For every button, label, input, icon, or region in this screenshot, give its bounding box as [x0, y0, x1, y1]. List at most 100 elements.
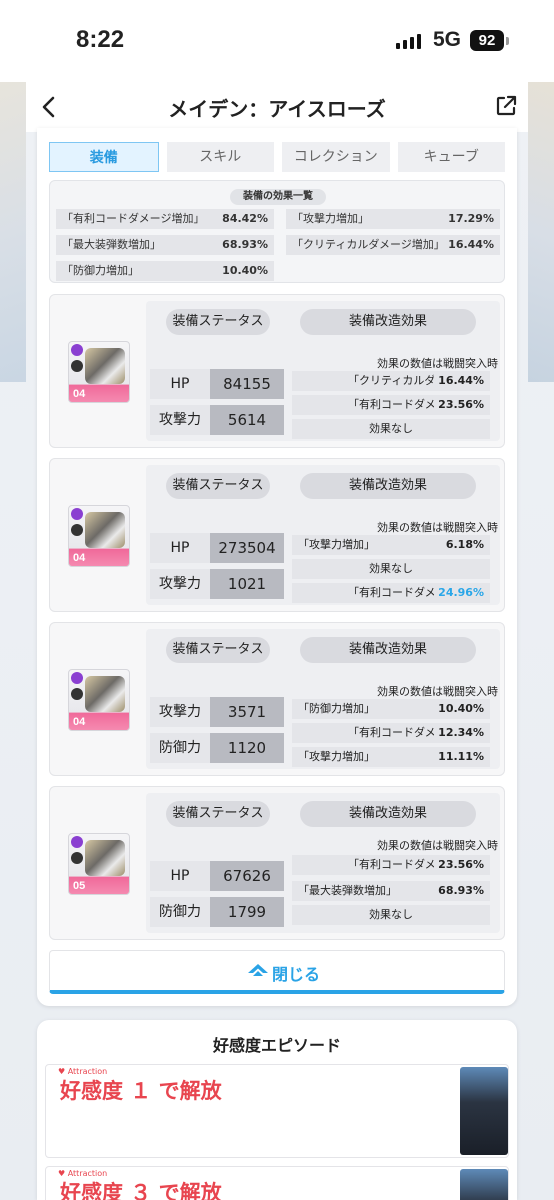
equipment-icon[interactable]: 05	[68, 833, 130, 895]
effect-value: 16.44%	[448, 238, 494, 251]
rarity-gem-icon	[71, 672, 83, 684]
close-button[interactable]: 閉じる	[49, 950, 505, 994]
mod-value: 24.96%	[434, 583, 484, 603]
effect-name: 「最大装弾数増加」	[62, 238, 161, 251]
mod-row: 「攻撃力増加」 6.18%	[292, 535, 490, 555]
equipment-level: 04	[73, 552, 86, 564]
mod-value: 11.11%	[434, 747, 484, 767]
tab-bar: 装備 スキル コレクション キューブ	[49, 142, 505, 172]
mod-row: 「攻撃力増加」 11.11%	[292, 747, 490, 767]
episode-thumbnail	[460, 1169, 508, 1200]
slot-icon	[71, 524, 83, 536]
effect-value: 10.40%	[222, 264, 268, 277]
stat-label: 攻撃力	[150, 569, 210, 599]
mod-row: 「有利コードダメ 23.56%	[292, 395, 490, 415]
mod-value: 12.34%	[434, 723, 484, 743]
rarity-gem-icon	[71, 508, 83, 520]
mod-note: 効果の数値は戦闘突入時	[377, 521, 498, 534]
mod-note: 効果の数値は戦闘突入時	[377, 685, 498, 698]
summary-effect: 「防御力増加」 10.40%	[56, 261, 274, 281]
mod-text: 「有利コードダメ	[348, 858, 436, 871]
status-header: 装備ステータス	[166, 637, 270, 663]
equipment-card: 04 装備ステータス 装備改造効果 効果の数値は戦闘突入時 HP 273504 …	[49, 458, 505, 612]
equipment-level: 05	[73, 880, 86, 892]
tab-cube[interactable]: キューブ	[397, 142, 505, 172]
mod-text: 効果なし	[369, 422, 413, 435]
episode-thumbnail	[460, 1067, 508, 1155]
effect-name: 「攻撃力増加」	[292, 212, 369, 225]
equipment-card: 04 装備ステータス 装備改造効果 効果の数値は戦闘突入時 攻撃力 3571 防…	[49, 622, 505, 776]
mod-row: 「クリティカルダ 16.44%	[292, 371, 490, 391]
stat-label: 防御力	[150, 733, 210, 763]
share-button[interactable]	[494, 94, 518, 118]
mod-row: 「有利コードダメ 23.56%	[292, 855, 490, 875]
status-header: 装備ステータス	[166, 473, 270, 499]
mod-text: 効果なし	[369, 562, 413, 575]
mod-row: 効果なし	[292, 905, 490, 925]
slot-icon	[71, 852, 83, 864]
equipment-icon[interactable]: 04	[68, 669, 130, 731]
stat-value: 3571	[210, 697, 284, 727]
tab-equipment[interactable]: 装備	[49, 142, 159, 172]
mod-row: 「最大装弾数増加」 68.93%	[292, 881, 490, 901]
stat-label: 攻撃力	[150, 405, 210, 435]
mod-note: 効果の数値は戦闘突入時	[377, 839, 498, 852]
mod-value: 68.93%	[434, 881, 484, 901]
equipment-details: 装備ステータス 装備改造効果 効果の数値は戦闘突入時 HP 273504 攻撃力…	[146, 465, 500, 605]
effect-value: 17.29%	[448, 212, 494, 225]
effects-summary: 装備の効果一覧 「有利コードダメージ増加」 84.42% 「攻撃力増加」 17.29…	[49, 180, 505, 283]
background-art-right	[528, 82, 554, 382]
status-header: 装備ステータス	[166, 801, 270, 827]
equipment-icon[interactable]: 04	[68, 505, 130, 567]
page-title: メイデン：アイスローズ	[168, 97, 386, 121]
effect-name: 「防御力増加」	[62, 264, 139, 277]
mod-row: 効果なし	[292, 419, 490, 439]
background-art-left	[0, 82, 26, 382]
mod-text: 「有利コードダメ	[348, 398, 436, 411]
status-time: 8:22	[76, 26, 125, 53]
equipment-icon[interactable]: 04	[68, 341, 130, 403]
effect-name: 「クリティカルダメージ増加」	[292, 238, 445, 251]
stat-label: HP	[150, 533, 210, 563]
stat-value: 84155	[210, 369, 284, 399]
episode-card[interactable]: ♥ Attraction 好感度 ３ で解放	[45, 1166, 509, 1200]
equipment-details: 装備ステータス 装備改造効果 効果の数値は戦闘突入時 攻撃力 3571 防御力 …	[146, 629, 500, 769]
equipment-art	[85, 840, 125, 876]
effect-value: 84.42%	[222, 212, 268, 225]
mod-header: 装備改造効果	[300, 801, 476, 827]
episode-label: 好感度 ３ で解放	[60, 1181, 222, 1200]
equipment-art	[85, 512, 125, 548]
mod-value: 6.18%	[441, 535, 484, 555]
status-bar: 8:22 5G 92	[0, 0, 554, 82]
rarity-gem-icon	[71, 344, 83, 356]
mod-note: 効果の数値は戦闘突入時	[377, 357, 498, 370]
effect-value: 68.93%	[222, 238, 268, 251]
episode-card[interactable]: ♥ Attraction 好感度 １ で解放	[45, 1064, 509, 1158]
stat-label: HP	[150, 369, 210, 399]
mod-value: 10.40%	[434, 699, 484, 719]
stat-value: 1021	[210, 569, 284, 599]
mod-text: 「有利コードダメ	[348, 726, 436, 739]
equipment-panel: 装備 スキル コレクション キューブ 装備の効果一覧 「有利コードダメージ増加」…	[37, 128, 517, 1006]
stat-value: 1799	[210, 897, 284, 927]
tab-collection[interactable]: コレクション	[282, 142, 390, 172]
equipment-art	[85, 676, 125, 712]
summary-effect: 「攻撃力増加」 17.29%	[286, 209, 500, 229]
stat-value: 1120	[210, 733, 284, 763]
stat-label: 攻撃力	[150, 697, 210, 727]
mod-value: 16.44%	[434, 371, 484, 391]
mod-text: 「防御力増加」	[298, 702, 375, 715]
mod-header: 装備改造効果	[300, 637, 476, 663]
mod-text: 「最大装弾数増加」	[298, 884, 397, 897]
stat-value: 67626	[210, 861, 284, 891]
network-type: 5G	[433, 28, 462, 51]
mod-row: 「防御力増加」 10.40%	[292, 699, 490, 719]
mod-text: 「クリティカルダ	[348, 374, 436, 387]
episodes-title: 好感度エピソード	[212, 1036, 341, 1055]
status-header: 装備ステータス	[166, 309, 270, 335]
tab-skill[interactable]: スキル	[166, 142, 274, 172]
stat-label: 防御力	[150, 897, 210, 927]
battery-icon: 92	[470, 30, 504, 51]
mod-value: 23.56%	[434, 395, 484, 415]
summary-effect: 「有利コードダメージ増加」 84.42%	[56, 209, 274, 229]
